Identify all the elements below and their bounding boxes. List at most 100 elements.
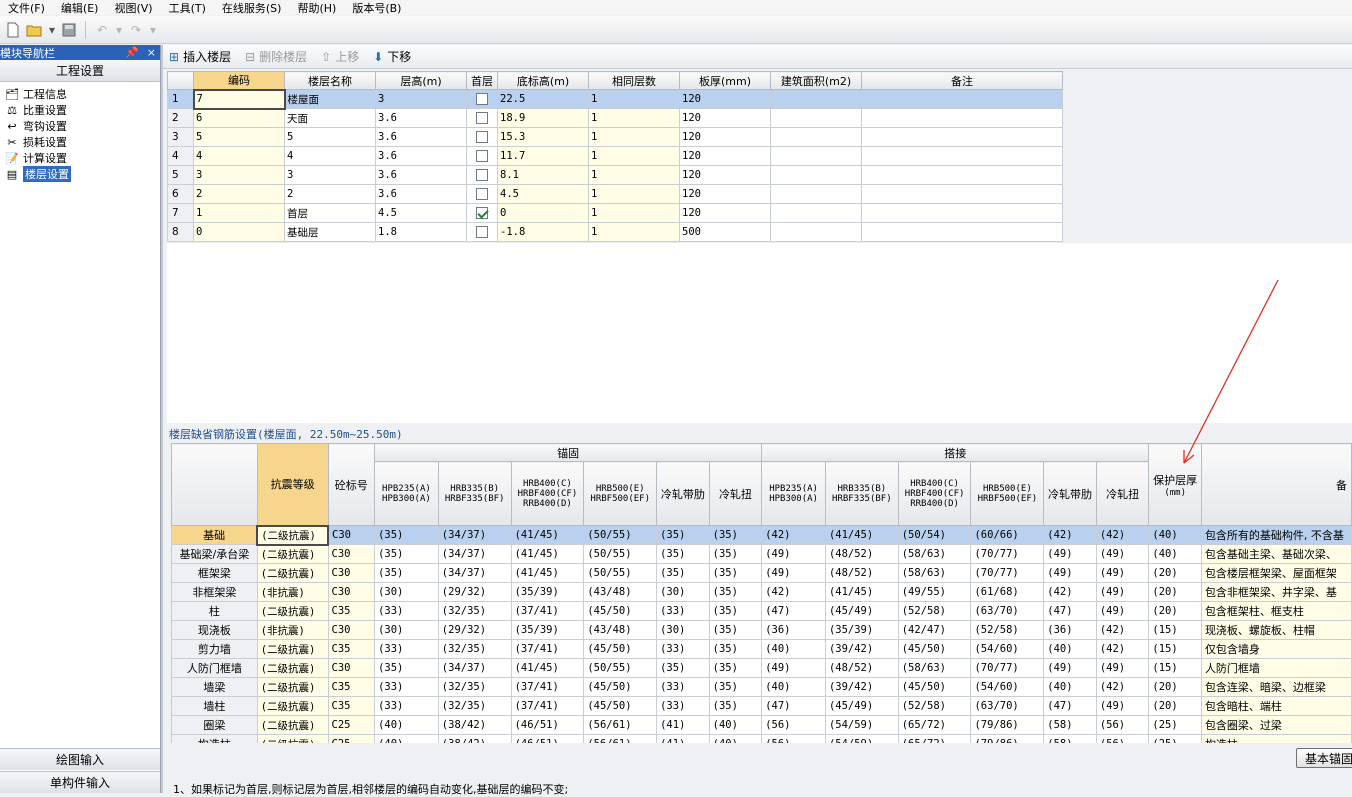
table-row[interactable]: 人防门框墙 (二级抗震) C30 (35) (34/37) (41/45) (50/55)(… <box>171 658 1352 678</box>
delete-floor-button[interactable]: ⊟ 删除楼层 <box>245 48 307 65</box>
cell-lap[interactable]: (42) <box>1043 525 1097 545</box>
cell-anchor[interactable]: (35) <box>656 658 710 678</box>
table-row[interactable]: 框架梁 (二级抗震) C30 (35) (34/37) (41/45) (50/55) (35… <box>171 563 1352 583</box>
cell-anchor[interactable]: (30) <box>656 582 710 602</box>
cell-lap[interactable]: (39/42) <box>824 677 899 697</box>
nav-item[interactable]: 📝 计算设置 <box>0 150 160 166</box>
cell-lap[interactable]: (42) <box>761 525 826 545</box>
cell-lap[interactable]: (47) <box>761 601 826 621</box>
cell-seismic[interactable]: (二级抗震) <box>256 524 329 546</box>
cell-seismic[interactable]: (二级抗震) <box>256 734 329 743</box>
cell-first-floor[interactable] <box>466 89 498 109</box>
cell-name[interactable]: 楼屋面 <box>284 89 376 109</box>
cell-note[interactable]: 包含连梁、暗梁、边框梁 <box>1200 677 1352 697</box>
first-floor-checkbox[interactable] <box>476 188 488 200</box>
cell-remark[interactable] <box>861 89 1063 109</box>
cell-anchor[interactable]: (35) <box>708 620 763 640</box>
cell-anchor[interactable]: (41) <box>656 734 710 743</box>
cell-concrete[interactable]: C25 <box>327 734 376 743</box>
col-header-concrete[interactable]: 砼标号 <box>327 443 376 526</box>
cell-anchor[interactable]: (56/61) <box>583 715 658 735</box>
cell-elevation[interactable]: 11.7 <box>497 146 589 166</box>
close-icon[interactable]: × <box>147 46 156 59</box>
anchor-subheader[interactable]: 冷轧带肋 <box>656 461 710 526</box>
cell-concrete[interactable]: C30 <box>327 658 376 678</box>
cell-lap[interactable]: (54/59) <box>824 715 899 735</box>
cell-note[interactable]: 构造柱 <box>1200 734 1352 743</box>
col-header-name[interactable]: 楼层名称 <box>284 71 376 90</box>
cell-remark[interactable] <box>861 146 1063 166</box>
cell-thickness[interactable]: 120 <box>679 127 771 147</box>
menu-item[interactable]: 编辑(E) <box>53 0 107 16</box>
cell-anchor[interactable]: (35) <box>656 525 710 545</box>
cell-lap[interactable]: (54/60) <box>970 639 1045 659</box>
col-header-code[interactable]: 编码 <box>193 71 285 90</box>
cell-concrete[interactable]: C35 <box>327 677 376 697</box>
cell-lap[interactable]: (42) <box>761 582 826 602</box>
cell-code[interactable]: 2 <box>193 184 285 204</box>
cell-concrete[interactable]: C30 <box>327 544 376 564</box>
cell-lap[interactable]: (49) <box>1095 582 1150 602</box>
cell-lap[interactable]: (63/70) <box>970 696 1045 716</box>
cell-code[interactable]: 5 <box>193 127 285 147</box>
cell-note[interactable]: 现浇板、螺旋板、柱帽 <box>1200 620 1352 640</box>
move-up-button[interactable]: ⇧ 上移 <box>321 48 359 65</box>
cell-anchor[interactable]: (41/45) <box>510 563 585 583</box>
anchor-subheader[interactable]: HRB500(E) HRBF500(EF) <box>583 461 658 526</box>
cell-anchor[interactable]: (35) <box>656 563 710 583</box>
anchor-subheader[interactable]: HPB235(A) HPB300(A) <box>374 461 439 526</box>
first-floor-checkbox[interactable] <box>476 207 488 219</box>
cell-lap[interactable]: (58/63) <box>897 563 972 583</box>
menu-item[interactable]: 视图(V) <box>106 0 160 16</box>
cell-concrete[interactable]: C35 <box>327 601 376 621</box>
cell-note[interactable]: 人防门框墙 <box>1200 658 1352 678</box>
cell-lap[interactable]: (49) <box>761 544 826 564</box>
cell-lap[interactable]: (40) <box>761 677 826 697</box>
cell-first-floor[interactable] <box>466 127 498 147</box>
cell-lap[interactable]: (42) <box>1095 620 1150 640</box>
cell-lap[interactable]: (42/47) <box>897 620 972 640</box>
cell-anchor[interactable]: (46/51) <box>510 715 585 735</box>
cell-anchor[interactable]: (41) <box>656 715 710 735</box>
cell-same-count[interactable]: 1 <box>588 146 680 166</box>
cell-lap[interactable]: (48/52) <box>824 544 899 564</box>
col-header-note[interactable]: 备 <box>1200 443 1352 526</box>
cell-same-count[interactable]: 1 <box>588 89 680 109</box>
cell-lap[interactable]: (49) <box>1043 658 1097 678</box>
cell-anchor[interactable]: (35) <box>708 601 763 621</box>
cell-lap[interactable]: (50/54) <box>897 525 972 545</box>
cell-lap[interactable]: (54/59) <box>824 734 899 743</box>
cell-lap[interactable]: (58) <box>1043 734 1097 743</box>
cell-anchor[interactable]: (40) <box>374 715 439 735</box>
cell-anchor[interactable]: (37/41) <box>510 639 585 659</box>
cell-anchor[interactable]: (45/50) <box>583 677 658 697</box>
cell-note[interactable]: 包含非框架梁、井字梁、基 <box>1200 582 1352 602</box>
cell-lap[interactable]: (52/58) <box>970 620 1045 640</box>
cell-cover[interactable]: (15) <box>1148 620 1202 640</box>
cell-seismic[interactable]: (二级抗震) <box>256 715 329 735</box>
cell-first-floor[interactable] <box>466 146 498 166</box>
save-icon[interactable] <box>60 21 78 39</box>
cell-code[interactable]: 4 <box>193 146 285 166</box>
cell-anchor[interactable]: (29/32) <box>437 620 512 640</box>
cell-anchor[interactable]: (40) <box>374 734 439 743</box>
cell-anchor[interactable]: (37/41) <box>510 677 585 697</box>
cell-remark[interactable] <box>861 203 1063 223</box>
cell-anchor[interactable]: (35) <box>374 563 439 583</box>
table-row[interactable]: 基础 (二级抗震) C30 (35) (34/37) (41/45) (50/55) (35)… <box>171 524 1352 546</box>
cell-first-floor[interactable] <box>466 184 498 204</box>
cell-anchor[interactable]: (35) <box>708 677 763 697</box>
cell-elevation[interactable]: 15.3 <box>497 127 589 147</box>
cell-seismic[interactable]: (二级抗震) <box>256 601 329 621</box>
cell-lap[interactable]: (41/45) <box>824 525 899 545</box>
cell-lap[interactable]: (49) <box>1043 563 1097 583</box>
cell-thickness[interactable]: 120 <box>679 108 771 128</box>
cell-anchor[interactable]: (30) <box>656 620 710 640</box>
cell-seismic[interactable]: (二级抗震) <box>256 658 329 678</box>
cell-area[interactable] <box>770 184 862 204</box>
cell-anchor[interactable]: (29/32) <box>437 582 512 602</box>
cell-anchor[interactable]: (50/55) <box>583 658 658 678</box>
cell-anchor[interactable]: (35/39) <box>510 582 585 602</box>
cell-lap[interactable]: (42) <box>1043 582 1097 602</box>
cell-remark[interactable] <box>861 108 1063 128</box>
